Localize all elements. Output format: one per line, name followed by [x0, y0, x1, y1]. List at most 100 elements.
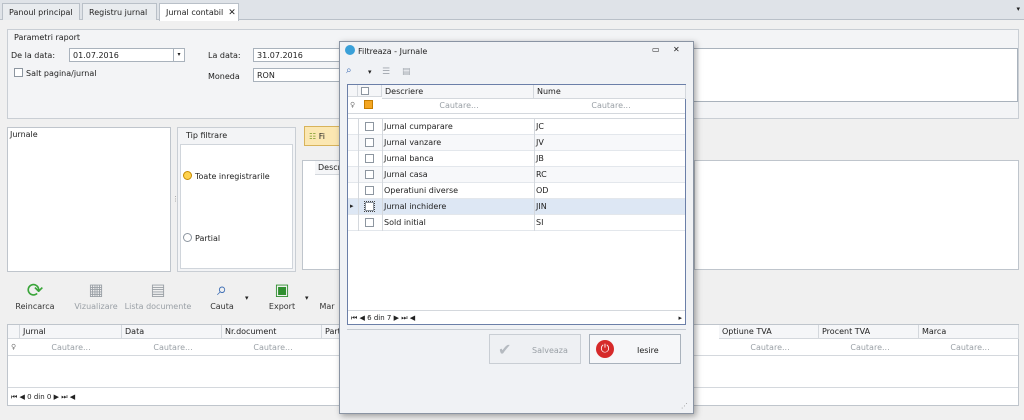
more-button[interactable]: Mar	[315, 302, 339, 311]
search-nume[interactable]: Cautare...	[536, 101, 686, 110]
search-button[interactable]: ⌕ Cauta	[202, 278, 242, 311]
filter-dialog: Filtreaza - Jurnale ▭ ✕ ⌕ ▾ ☰ ▤ Descrier…	[339, 41, 694, 414]
resize-grip[interactable]: ⋰	[681, 402, 688, 410]
partial-grid[interactable]: Descri	[302, 160, 343, 270]
col-data[interactable]: Data	[122, 325, 222, 339]
doc-list-button[interactable]: ▤ Lista documente	[124, 278, 192, 311]
search-marca[interactable]: Cautare...	[921, 343, 1019, 352]
radio-partial-label: Partial	[195, 234, 221, 243]
search-descriere[interactable]: Cautare...	[384, 101, 534, 110]
filter-type-group: Tip filtrare Toate inregistrarile Partia…	[177, 127, 296, 272]
collapse-icon[interactable]: ▤	[402, 67, 411, 77]
row-checkbox[interactable]	[364, 201, 375, 212]
radio-all[interactable]	[183, 171, 192, 180]
search-nr-document[interactable]: Cautare...	[224, 343, 322, 352]
jurnale-list[interactable]: Jurnale	[7, 127, 171, 272]
right-grid[interactable]	[694, 160, 1019, 270]
nav-last[interactable]: ⏭	[61, 393, 67, 401]
refresh-icon: ⟳	[26, 278, 44, 302]
export-button[interactable]: ▣ Export	[262, 278, 302, 311]
list-item-selected[interactable]: ▸ Jurnal inchidere JIN	[348, 199, 685, 215]
list-item[interactable]: Jurnal casa RC	[348, 167, 685, 183]
tab-jurnal-contabil[interactable]: Jurnal contabil ✕	[159, 3, 239, 21]
nav-next[interactable]: ▶	[394, 314, 399, 322]
save-button[interactable]: ✔ Salveaza	[489, 334, 581, 364]
nav-first[interactable]: ⏮	[351, 314, 357, 322]
filter-row-icon: ♀	[350, 101, 356, 109]
to-date-label: La data:	[208, 51, 241, 60]
radio-all-label: Toate inregistrarile	[195, 172, 270, 181]
view-icon: ▦	[88, 280, 104, 299]
app-icon	[345, 45, 355, 55]
col-nr-document[interactable]: Nr.document	[222, 325, 322, 339]
tab-registru-jurnal[interactable]: Registru jurnal	[82, 3, 157, 20]
page-break-label: Salt pagina/jurnal	[26, 69, 97, 78]
row-checkbox[interactable]	[365, 154, 374, 163]
page-break-checkbox[interactable]	[14, 68, 23, 77]
from-date-input[interactable]: 01.07.2016 ▾	[69, 48, 185, 62]
list-item[interactable]: Jurnal vanzare JV	[348, 135, 685, 151]
list-item[interactable]: Sold initial SI	[348, 215, 685, 231]
restore-icon[interactable]: ▭	[652, 45, 660, 54]
close-icon[interactable]: ✕	[673, 45, 680, 54]
chevron-down-icon[interactable]: ▾	[245, 294, 249, 302]
expand-icon[interactable]: ☰	[382, 67, 390, 77]
to-date-input[interactable]: 31.07.2016	[253, 48, 345, 62]
nav-next[interactable]: ▶	[54, 393, 59, 401]
row-checkbox[interactable]	[365, 170, 374, 179]
radio-partial[interactable]	[183, 233, 192, 242]
col-partener[interactable]: Part	[322, 325, 341, 339]
dialog-titlebar[interactable]: Filtreaza - Jurnale ▭ ✕	[340, 42, 693, 60]
col-marca[interactable]: Marca	[919, 325, 1019, 339]
nav-last[interactable]: ⏭	[401, 314, 407, 322]
search-icon: ⌕	[216, 279, 228, 300]
nav-prev[interactable]: ◀	[360, 314, 365, 322]
row-checkbox[interactable]	[365, 186, 374, 195]
scroll-right[interactable]: ▸	[678, 314, 682, 322]
power-icon: ⏻	[596, 340, 614, 358]
select-all-checkbox[interactable]	[361, 87, 369, 95]
nav-info: 6 din 7	[367, 314, 392, 322]
scroll-left[interactable]: ◀	[70, 393, 75, 401]
jurnale-label: Jurnale	[10, 130, 38, 139]
col-procent-tva[interactable]: Procent TVA	[819, 325, 919, 339]
check-icon: ✔	[498, 340, 512, 359]
col-optiune-tva[interactable]: Optiune TVA	[719, 325, 819, 339]
params-right-field[interactable]	[692, 48, 1018, 102]
search-optiune-tva[interactable]: Cautare...	[721, 343, 819, 352]
tab-bar: Panoul principal Registru jurnal Jurnal …	[0, 0, 1024, 21]
search-data[interactable]: Cautare...	[124, 343, 222, 352]
view-button[interactable]: ▦ Vizualizare	[71, 278, 121, 311]
row-checkbox[interactable]	[365, 218, 374, 227]
nav-first[interactable]: ⏮	[11, 393, 17, 401]
col-descriere[interactable]: Descriere	[382, 85, 534, 99]
search-icon[interactable]: ⌕	[346, 65, 352, 76]
chevron-down-icon[interactable]: ▾	[305, 294, 309, 302]
nav-prev[interactable]: ◀	[20, 393, 25, 401]
col-nume[interactable]: Nume	[534, 85, 686, 99]
row-checkbox[interactable]	[365, 122, 374, 131]
chevron-down-icon[interactable]: ▾	[368, 68, 372, 76]
list-item[interactable]: Operatiuni diverse OD	[348, 183, 685, 199]
currency-input[interactable]: RON	[253, 68, 345, 82]
from-date-label: De la data:	[11, 51, 56, 60]
params-title: Parametri raport	[14, 33, 81, 42]
row-checkbox[interactable]	[365, 138, 374, 147]
list-item[interactable]: Jurnal cumparare JC	[348, 119, 685, 135]
row-indicator-icon: ▸	[350, 202, 354, 210]
tab-panou-principal[interactable]: Panoul principal	[2, 3, 80, 20]
dialog-grid[interactable]: Descriere Nume ♀ Cautare... Cautare... J…	[347, 84, 686, 325]
search-jurnal[interactable]: Cautare...	[22, 343, 120, 352]
reload-button[interactable]: ⟳ Reincarca	[13, 278, 57, 311]
dialog-navigator: ⏮ ◀ 6 din 7 ▶ ⏭ ◀ ▸	[348, 310, 685, 324]
search-procent-tva[interactable]: Cautare...	[821, 343, 919, 352]
close-icon[interactable]: ✕	[228, 8, 236, 18]
chevron-down-icon[interactable]: ▾	[1016, 5, 1020, 13]
col-jurnal[interactable]: Jurnal	[20, 325, 122, 339]
list-item[interactable]: Jurnal banca JB	[348, 151, 685, 167]
filter-button[interactable]: ☷ Fi	[304, 126, 340, 146]
exit-button[interactable]: ⏻ Iesire	[589, 334, 681, 364]
filter-checkbox-mixed[interactable]	[364, 100, 373, 109]
scroll-left[interactable]: ◀	[410, 314, 415, 322]
chevron-down-icon[interactable]: ▾	[173, 49, 184, 61]
